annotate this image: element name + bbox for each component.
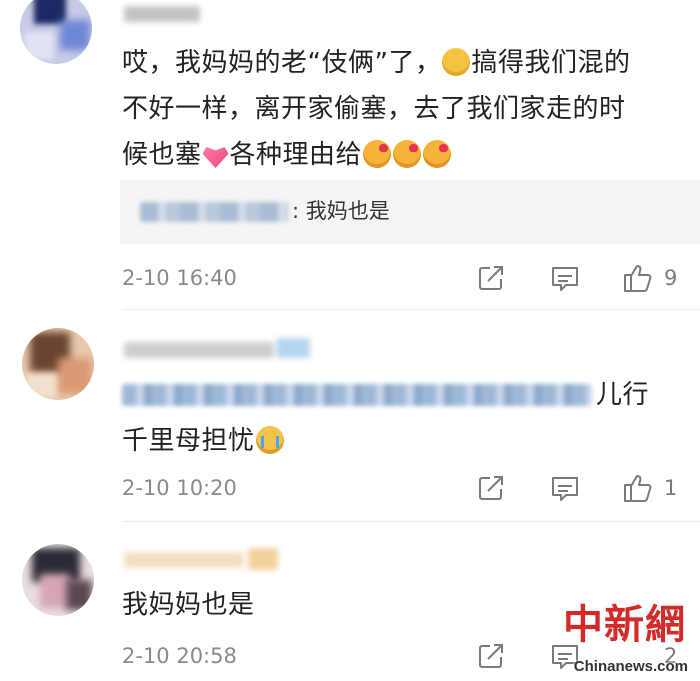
comment-text: 儿行 千里母担忧 xyxy=(122,380,650,456)
laughing-emoji-icon xyxy=(442,48,471,76)
share-button[interactable] xyxy=(476,473,506,503)
watermark: 中新網 Chinanews.com xyxy=(552,601,692,675)
share-icon xyxy=(479,476,503,500)
avatar[interactable] xyxy=(22,544,94,616)
comment-button[interactable] xyxy=(550,473,580,503)
like-icon xyxy=(624,475,652,502)
timestamp: 2-10 20:58 xyxy=(122,644,237,668)
watermark-logo: 中新網 xyxy=(563,601,686,648)
avatar[interactable] xyxy=(22,328,94,400)
user-name[interactable] xyxy=(124,6,200,22)
share-button[interactable] xyxy=(476,263,506,293)
comment-meta: 2-10 16:40 9 xyxy=(122,263,700,293)
reply-box[interactable]: : 我妈也是 xyxy=(120,180,700,244)
share-button[interactable] xyxy=(476,641,506,671)
timestamp: 2-10 10:20 xyxy=(122,476,237,500)
kiss-emoji-icon xyxy=(393,140,422,168)
kiss-emoji-icon xyxy=(423,140,452,168)
like-count: 9 xyxy=(664,266,678,290)
divider xyxy=(122,309,700,310)
comment-text: 哎，我妈妈的老“伎俩”了， 搞得我们混的 不好一样，离开家偷塞，去了我们家走的时 … xyxy=(122,48,631,170)
watermark-url: Chinanews.com xyxy=(573,658,688,675)
comment-1: 哎，我妈妈的老“伎俩”了， 搞得我们混的 不好一样，离开家偷塞，去了我们家走的时 … xyxy=(0,0,700,310)
user-badge xyxy=(248,548,278,570)
avatar[interactable] xyxy=(20,0,92,64)
like-icon xyxy=(624,265,652,292)
heart-emoji-icon xyxy=(202,147,229,168)
user-name[interactable] xyxy=(124,552,244,568)
hashtag-link[interactable] xyxy=(122,384,592,406)
share-icon xyxy=(479,266,503,290)
user-name[interactable] xyxy=(124,342,274,358)
share-icon xyxy=(479,644,503,668)
like-button[interactable] xyxy=(622,473,654,503)
user-badge xyxy=(276,338,310,358)
reply-text: : 我妈也是 xyxy=(292,199,390,223)
comment-icon xyxy=(552,477,578,501)
timestamp: 2-10 16:40 xyxy=(122,266,237,290)
reply-user-name[interactable] xyxy=(140,202,288,222)
comment-icon xyxy=(552,267,578,291)
like-count: 1 xyxy=(664,476,678,500)
crying-emoji-icon xyxy=(255,426,284,454)
comment-button[interactable] xyxy=(550,263,580,293)
like-button[interactable] xyxy=(622,263,654,293)
kiss-emoji-icon xyxy=(363,140,392,168)
comment-2: 儿行 千里母担忧 2-10 10:20 1 xyxy=(0,320,700,522)
comment-meta: 2-10 10:20 1 xyxy=(122,473,700,503)
divider xyxy=(122,521,700,522)
